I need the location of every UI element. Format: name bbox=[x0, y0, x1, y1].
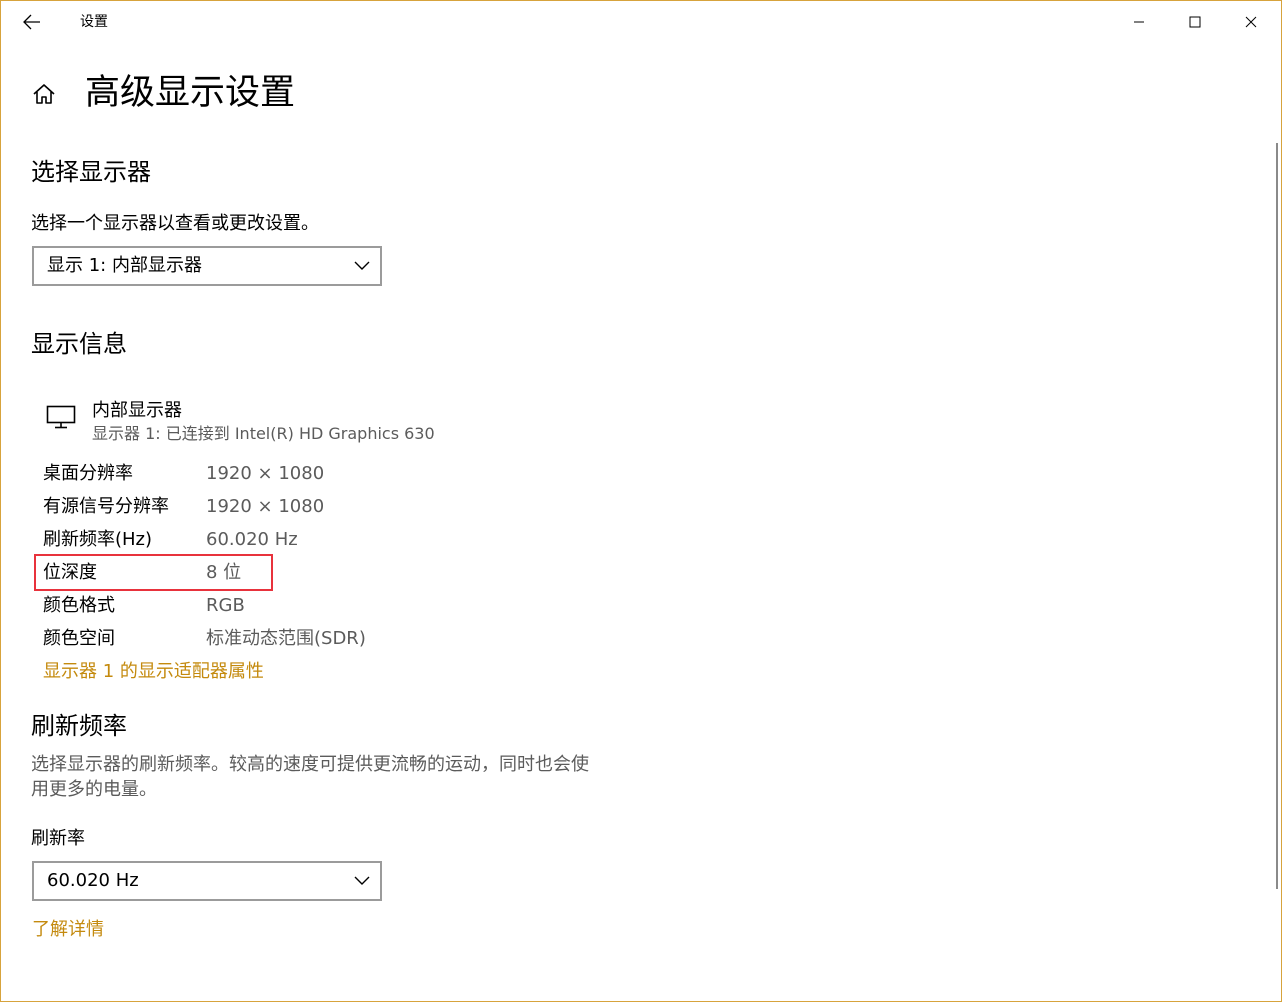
bit-depth-highlight-box bbox=[34, 554, 273, 591]
monitor-subtitle: 显示器 1: 已连接到 Intel(R) HD Graphics 630 bbox=[92, 424, 435, 443]
info-row-desktop-resolution: 桌面分辨率 1920 × 1080 bbox=[43, 457, 643, 490]
vertical-scrollbar[interactable] bbox=[1276, 143, 1278, 889]
refresh-rate-heading: 刷新频率 bbox=[31, 712, 127, 740]
info-label: 桌面分辨率 bbox=[43, 463, 133, 484]
display-adapter-properties-link[interactable]: 显示器 1 的显示适配器属性 bbox=[43, 659, 264, 685]
maximize-icon bbox=[1189, 16, 1201, 28]
info-label: 刷新频率(Hz) bbox=[43, 529, 153, 550]
learn-more-link[interactable]: 了解详情 bbox=[32, 917, 104, 943]
back-button[interactable] bbox=[15, 7, 49, 37]
chevron-down-icon bbox=[354, 261, 370, 270]
info-label: 有源信号分辨率 bbox=[43, 496, 169, 517]
minimize-button[interactable] bbox=[1111, 1, 1167, 43]
display-select-value: 显示 1: 内部显示器 bbox=[47, 255, 202, 276]
info-row-color-space: 颜色空间 标准动态范围(SDR) bbox=[43, 622, 643, 655]
info-row-active-signal-resolution: 有源信号分辨率 1920 × 1080 bbox=[43, 490, 643, 523]
info-value: 60.020 Hz bbox=[206, 529, 298, 550]
minimize-icon bbox=[1134, 21, 1144, 23]
maximize-button[interactable] bbox=[1167, 1, 1223, 43]
info-label: 颜色格式 bbox=[43, 595, 115, 616]
refresh-rate-field-label: 刷新率 bbox=[31, 828, 85, 849]
info-label: 颜色空间 bbox=[43, 628, 115, 649]
refresh-rate-description: 选择显示器的刷新频率。较高的速度可提供更流畅的运动，同时也会使用更多的电量。 bbox=[31, 754, 589, 800]
title-bar: 设置 bbox=[1, 1, 1281, 43]
monitor-icon bbox=[46, 405, 76, 429]
refresh-rate-dropdown[interactable]: 60.020 Hz bbox=[32, 861, 382, 901]
select-display-heading: 选择显示器 bbox=[31, 158, 151, 186]
close-button[interactable] bbox=[1223, 1, 1279, 43]
page-title: 高级显示设置 bbox=[85, 73, 296, 113]
select-display-description: 选择一个显示器以查看或更改设置。 bbox=[31, 213, 319, 234]
window-title: 设置 bbox=[80, 14, 108, 30]
display-select-dropdown[interactable]: 显示 1: 内部显示器 bbox=[32, 246, 382, 286]
info-value: 1920 × 1080 bbox=[206, 463, 325, 484]
home-icon[interactable] bbox=[31, 81, 57, 107]
chevron-down-icon bbox=[354, 876, 370, 885]
close-icon bbox=[1245, 16, 1257, 28]
display-info-heading: 显示信息 bbox=[31, 330, 127, 358]
info-value: RGB bbox=[206, 595, 245, 616]
refresh-rate-value: 60.020 Hz bbox=[47, 870, 139, 891]
info-row-color-format: 颜色格式 RGB bbox=[43, 589, 643, 622]
info-value: 标准动态范围(SDR) bbox=[206, 628, 366, 649]
info-row-refresh-rate: 刷新频率(Hz) 60.020 Hz bbox=[43, 523, 643, 556]
monitor-name: 内部显示器 bbox=[92, 400, 182, 421]
back-arrow-icon bbox=[23, 14, 40, 30]
settings-window: 设置 高级显示设置 选择显示器 选择一个显示器以查看或更改设置。 显示 1: 内… bbox=[0, 0, 1282, 1002]
info-value: 1920 × 1080 bbox=[206, 496, 325, 517]
